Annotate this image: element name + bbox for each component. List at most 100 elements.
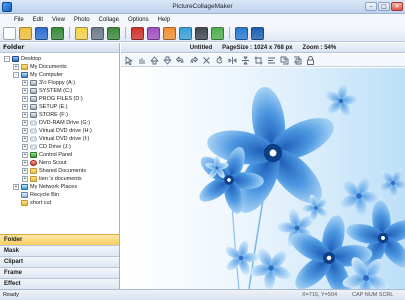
expand-toggle[interactable]: + [22,160,28,166]
collapse-toggle[interactable]: - [4,56,10,62]
select-icon[interactable] [124,56,133,65]
tree-item-label: 3½ Floppy (A:) [39,80,76,86]
cd-icon [30,128,37,134]
move-down-icon[interactable] [163,56,172,65]
expand-toggle [13,200,19,206]
tree-item[interactable]: + SYSTEM (C:) [2,87,119,95]
tree-item-label: Virtual DVD drive (H:) [39,128,92,134]
open-icon[interactable] [19,26,32,40]
menu-help[interactable]: Help [158,17,170,23]
text-icon[interactable] [163,26,176,40]
photo-icon[interactable] [131,26,144,40]
tree-item[interactable]: + My Documents [2,63,119,71]
redo-icon[interactable] [189,56,198,65]
expand-toggle[interactable]: + [22,88,28,94]
minimize-button[interactable]: – [365,2,377,11]
tree-item[interactable]: - My Computer [2,71,119,79]
collage-canvas[interactable] [121,68,405,289]
panel-tab-effect[interactable]: Effect [0,278,119,289]
align-icon[interactable] [267,56,276,65]
rotate-icon[interactable] [215,55,224,65]
tree-item-label: Shared Documents [39,168,87,174]
flip-vertical-icon[interactable] [241,56,250,65]
expand-toggle[interactable]: + [13,64,19,70]
expand-toggle[interactable]: + [22,80,28,86]
effect-icon[interactable] [211,26,224,40]
tree-item[interactable]: + STORE (F:) [2,111,119,119]
crop-icon[interactable] [254,56,263,65]
send-back-icon[interactable] [293,56,302,65]
cd-icon [30,144,37,150]
tree-item-label: SYSTEM (C:) [39,88,73,94]
collapse-toggle[interactable]: - [13,72,19,78]
frame-icon[interactable] [195,26,208,40]
expand-toggle[interactable]: + [22,112,28,118]
tree-item[interactable]: + My Network Places [2,183,119,191]
tree-item[interactable]: + Virtual DVD drive (H:) [2,127,119,135]
tree-item[interactable]: + DVD-RAM Drive (G:) [2,119,119,127]
tree-item[interactable]: short cut [2,199,119,207]
tree-item[interactable]: + tien 's documents [2,175,119,183]
undo-icon[interactable] [176,56,185,65]
print-icon[interactable] [91,26,104,40]
expand-toggle[interactable]: + [13,184,19,190]
tree-item[interactable]: + Nero Scout [2,159,119,167]
tree-item[interactable]: + Virtual DVD drive (I:) [2,135,119,143]
expand-toggle[interactable]: + [22,176,28,182]
export-icon[interactable] [235,26,248,40]
tree-item[interactable]: + Shared Documents [2,167,119,175]
left-panel: Folder - Desktop + My Documents - My Computer… [0,43,120,289]
menu-collage[interactable]: Collage [99,17,119,23]
folder-icon [30,176,37,182]
desktop-icon [12,56,19,62]
cd-icon [30,120,37,126]
flip-horizontal-icon[interactable] [228,56,237,65]
tree-item[interactable]: + PROG FILES (D:) [2,95,119,103]
panel-tab-frame[interactable]: Frame [0,267,119,278]
save-as-icon[interactable] [51,26,64,40]
expand-toggle[interactable]: + [22,152,28,158]
bin-icon [21,192,28,198]
toolbar-separator [229,27,230,39]
new-icon[interactable] [3,26,16,40]
toolbar-separator [69,27,70,39]
panel-accordion: Folder Mask Clipart Frame Effect [0,234,119,289]
close-button[interactable]: ✕ [391,2,403,11]
mask-icon[interactable] [147,26,160,40]
tree-item[interactable]: + Control Panel [2,151,119,159]
expand-toggle[interactable]: + [22,144,28,150]
tree-item[interactable]: - Desktop [2,55,119,63]
expand-toggle[interactable]: + [22,168,28,174]
expand-toggle[interactable]: + [22,128,28,134]
menu-photo[interactable]: Photo [74,17,90,23]
bring-front-icon[interactable] [280,56,289,65]
tree-item[interactable]: + CD Drive (J:) [2,143,119,151]
menu-options[interactable]: Options [128,17,149,23]
tree-item[interactable]: + SETUP (E:) [2,103,119,111]
panel-tab-clipart[interactable]: Clipart [0,256,119,267]
tree-item[interactable]: +3½ Floppy (A:) [2,79,119,87]
move-up-icon[interactable] [150,56,159,65]
clipart-icon[interactable] [179,26,192,40]
expand-toggle[interactable]: + [22,136,28,142]
menu-edit[interactable]: Edit [33,17,43,23]
folder-icon [30,168,37,174]
page-icon[interactable] [75,26,88,40]
menu-view[interactable]: View [52,17,65,23]
maximize-button[interactable]: □ [378,2,390,11]
tree-item-label: My Computer [30,72,64,78]
save-icon[interactable] [35,26,48,40]
expand-toggle[interactable]: + [22,104,28,110]
delete-icon[interactable] [202,56,211,65]
main-toolbar [0,25,405,42]
tree-item[interactable]: Recycle Bin [2,191,119,199]
panel-tab-mask[interactable]: Mask [0,245,119,256]
expand-toggle[interactable]: + [22,96,28,102]
hand-icon[interactable] [137,56,146,65]
panel-tab-folder[interactable]: Folder [0,234,119,245]
share-icon[interactable] [107,26,120,40]
menu-file[interactable]: File [14,17,24,23]
expand-toggle[interactable]: + [22,120,28,126]
lock-icon[interactable] [306,55,315,65]
help-icon[interactable] [251,26,264,40]
